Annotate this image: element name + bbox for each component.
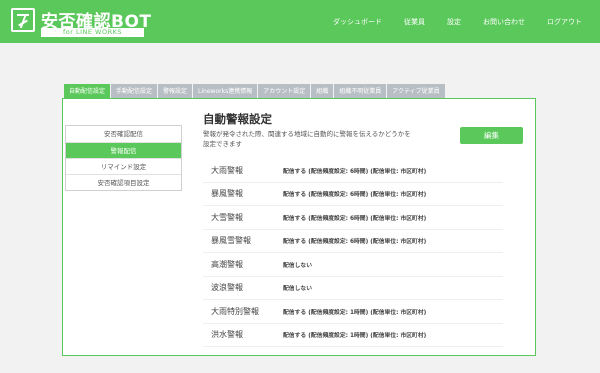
alert-list: 大雨警報 配信する (配信頻度設定: 6時間) (配信単位: 市区町村) 暴風警… [203,159,503,347]
side-menu: 安否確認配信 警報配信 リマインド設定 安否確認項目設定 [65,125,182,191]
alert-setting: 配信する (配信頻度設定: 6時間) (配信単位: 市区町村) [283,215,427,222]
logo-icon [11,8,35,32]
list-item: 大雨警報 配信する (配信頻度設定: 6時間) (配信単位: 市区町村) [203,159,503,183]
alert-setting: 配信する (配信頻度設定: 6時間) (配信単位: 市区町村) [283,239,427,246]
alert-name: 高潮警報 [211,259,243,269]
tab-manual-delivery[interactable]: 手動配信設定 [111,84,158,99]
tab-unknown-org-employees[interactable]: 組織不明従業員 [334,84,387,99]
page-title: 自動警報設定 [203,112,272,126]
list-item: 高潮警報 配信しない [203,253,503,277]
settings-tabs: 自動配信設定 手動配信設定 警報設定 Lineworks連携情報 アカウント設定… [64,84,446,99]
alert-setting: 配信しない [283,262,312,269]
list-item: 波浪警報 配信しない [203,277,503,300]
tab-organization[interactable]: 組織 [311,84,334,99]
list-item: 洪水警報 配信する (配信頻度設定: 1時間) (配信単位: 市区町村) [203,324,503,347]
alert-name: 波浪警報 [211,283,243,293]
tab-alert-settings[interactable]: 警報設定 [158,84,193,99]
list-item: 大雪警報 配信する (配信頻度設定: 6時間) (配信単位: 市区町村) [203,206,503,230]
tab-account[interactable]: アカウント設定 [258,84,311,99]
alert-name: 大雨特別警報 [211,306,259,316]
nav-settings[interactable]: 設定 [447,17,461,27]
nav-dashboard[interactable]: ダッシュボード [333,17,382,27]
top-nav: ダッシュボード 従業員 設定 お問い合わせ ログアウト [311,0,582,43]
side-item-safety-delivery[interactable]: 安否確認配信 [66,126,181,142]
alert-name: 大雪警報 [211,212,243,222]
list-item: 暴風雪警報 配信する (配信頻度設定: 6時間) (配信単位: 市区町村) [203,230,503,253]
nav-contact[interactable]: お問い合わせ [483,17,525,27]
side-item-reminder[interactable]: リマインド設定 [66,158,181,174]
alert-name: 暴風雪警報 [211,236,251,246]
alert-setting: 配信する (配信頻度設定: 6時間) (配信単位: 市区町村) [283,168,427,175]
tab-active-employees[interactable]: アクティブ従業員 [387,84,445,99]
tab-lineworks[interactable]: Lineworks連携情報 [193,84,258,99]
app-subtitle: for LINE WORKS [41,28,144,37]
edit-button[interactable]: 編集 [460,127,523,144]
alert-setting: 配信する (配信頻度設定: 1時間) (配信単位: 市区町村) [283,309,427,316]
list-item: 暴風警報 配信する (配信頻度設定: 6時間) (配信単位: 市区町村) [203,183,503,206]
alert-name: 暴風警報 [211,189,243,199]
page-description: 警報が発令された際、関連する地域に自動的に警報を伝えるかどうかを設定できます [203,130,411,148]
header: 安否確認BOT for LINE WORKS ダッシュボード 従業員 設定 お問… [0,0,600,43]
alert-setting: 配信する (配信頻度設定: 6時間) (配信単位: 市区町村) [283,192,427,199]
nav-employees[interactable]: 従業員 [404,17,425,27]
alert-name: 大雨警報 [211,165,243,175]
alert-setting: 配信する (配信頻度設定: 1時間) (配信単位: 市区町村) [283,333,427,340]
nav-logout[interactable]: ログアウト [547,17,582,27]
settings-panel: 安否確認配信 警報配信 リマインド設定 安否確認項目設定 自動警報設定 警報が発… [62,98,536,356]
alert-setting: 配信しない [283,286,312,293]
list-item: 大雨特別警報 配信する (配信頻度設定: 1時間) (配信単位: 市区町村) [203,300,503,324]
alert-name: 洪水警報 [211,330,243,340]
side-item-alert-delivery[interactable]: 警報配信 [66,142,181,158]
side-item-safety-fields[interactable]: 安否確認項目設定 [66,174,181,190]
tab-auto-delivery[interactable]: 自動配信設定 [64,84,111,99]
